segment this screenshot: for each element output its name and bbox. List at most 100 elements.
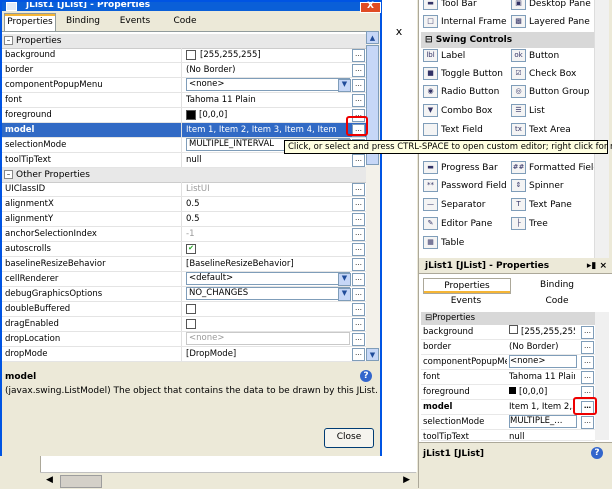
panel-row-model[interactable]: model Item 1, Item 2,...… xyxy=(421,400,595,415)
property-row-cell-renderer[interactable]: cellRenderer <default> ▼… xyxy=(2,272,366,287)
debug-graphics-options-combo[interactable]: NO_CHANGES xyxy=(186,287,350,300)
tab-code[interactable]: Code xyxy=(162,13,208,30)
palette-item-separator[interactable]: — Separator xyxy=(423,197,485,214)
ellipsis-button[interactable]: … xyxy=(352,49,365,62)
ellipsis-button[interactable]: … xyxy=(352,64,365,77)
panel-tab-code[interactable]: Code xyxy=(513,294,601,308)
property-row-tooltip-text[interactable]: toolTipText null… xyxy=(2,153,366,168)
palette-item-button[interactable]: ok Button xyxy=(511,48,559,65)
property-row-double-buffered[interactable]: doubleBuffered… xyxy=(2,302,366,317)
tab-events[interactable]: Events xyxy=(110,13,160,30)
palette-item-formatted-field[interactable]: ## Formatted Field xyxy=(511,160,595,177)
editor-horizontal-scrollbar[interactable]: ◀ ▶ xyxy=(40,472,416,489)
scroll-right-icon[interactable]: ▶ xyxy=(403,475,410,485)
palette-item-tool-bar[interactable]: ▬ Tool Bar xyxy=(423,0,477,13)
palette-scrollbar[interactable] xyxy=(594,0,609,258)
property-row-foreground[interactable]: foreground [0,0,0]… xyxy=(2,108,366,123)
ellipsis-button[interactable]: … xyxy=(352,228,365,241)
property-row-debug-graphics-options[interactable]: debugGraphicsOptions NO_CHANGES ▼… xyxy=(2,287,366,302)
ellipsis-button[interactable]: … xyxy=(352,94,365,107)
property-row-drop-location[interactable]: dropLocation <none>… xyxy=(2,332,366,347)
panel-category-properties[interactable]: ⊟Properties xyxy=(421,312,595,325)
help-icon[interactable]: ? xyxy=(591,447,603,459)
double-buffered-checkbox[interactable] xyxy=(186,303,196,314)
palette-item-spinner[interactable]: ⇕ Spinner xyxy=(511,178,564,195)
palette-item-editor-pane[interactable]: ✎ Editor Pane xyxy=(423,216,492,233)
tab-properties[interactable]: Properties xyxy=(4,13,56,31)
property-row-baseline-resize-behavior[interactable]: baselineResizeBehavior [BaselineResizeBeh… xyxy=(2,257,366,272)
panel-tab-properties[interactable]: Properties xyxy=(423,278,511,294)
ellipsis-button[interactable]: … xyxy=(352,273,365,286)
property-row-ui-class-id[interactable]: UIClassID ListUI… xyxy=(2,182,366,197)
dialog-title-bar[interactable]: jList1 [JList] - Properties xyxy=(2,2,380,11)
ellipsis-button[interactable]: … xyxy=(352,198,365,211)
dialog-close-button[interactable]: X xyxy=(360,2,381,13)
drop-location-combo[interactable]: <none> xyxy=(186,332,350,345)
palette-category-swing-controls[interactable]: ⊟ Swing Controls xyxy=(421,32,595,48)
palette-item-list[interactable]: ☰ List xyxy=(511,103,545,120)
close-button[interactable]: Close xyxy=(324,428,374,448)
property-row-font[interactable]: font Tahoma 11 Plain… xyxy=(2,93,366,108)
scroll-thumb[interactable] xyxy=(60,475,102,488)
property-row-drop-mode[interactable]: dropMode [DropMode]… xyxy=(2,347,366,362)
cell-renderer-combo[interactable]: <default> xyxy=(186,272,350,285)
ellipsis-button[interactable]: … xyxy=(352,288,365,301)
ellipsis-button[interactable]: … xyxy=(352,213,365,226)
panel-ellipsis-button[interactable]: … xyxy=(581,371,594,384)
property-row-model[interactable]: model Item 1, Item 2, Item 3, Item 4, Ite… xyxy=(2,123,366,138)
panel-tab-events[interactable]: Events xyxy=(423,294,509,308)
chevron-down-icon[interactable]: ▼ xyxy=(338,273,351,286)
palette-item-combo-box[interactable]: ▼ Combo Box xyxy=(423,103,492,120)
panel-row-foreground[interactable]: foreground [0,0,0]… xyxy=(421,385,595,400)
palette-item-radio-button[interactable]: ◉ Radio Button xyxy=(423,84,499,101)
category-properties[interactable]: – Properties xyxy=(2,34,366,49)
category-other-properties[interactable]: – Other Properties xyxy=(2,168,366,183)
palette-item-check-box[interactable]: ☑ Check Box xyxy=(511,66,576,83)
panel-tab-binding[interactable]: Binding xyxy=(513,278,601,292)
ellipsis-button[interactable]: … xyxy=(352,333,365,346)
palette-item-text-area[interactable]: tx Text Area xyxy=(511,122,571,139)
palette-item-button-group[interactable]: ◎ Button Group xyxy=(511,84,589,101)
panel-controls-icon[interactable]: ▸▮ × xyxy=(587,258,607,274)
ellipsis-button[interactable]: … xyxy=(352,243,365,256)
palette-item-label[interactable]: lbl Label xyxy=(423,48,465,65)
palette-item-toggle-button[interactable]: ■ Toggle Button xyxy=(423,66,503,83)
autoscrolls-checkbox[interactable]: ✔ xyxy=(186,243,196,254)
property-row-border[interactable]: border (No Border)… xyxy=(2,63,366,78)
chevron-down-icon[interactable]: ▼ xyxy=(338,79,351,92)
property-row-alignment-x[interactable]: alignmentX 0.5… xyxy=(2,197,366,212)
tab-binding[interactable]: Binding xyxy=(58,13,108,30)
panel-ellipsis-button[interactable]: … xyxy=(581,356,594,369)
drag-enabled-checkbox[interactable] xyxy=(186,318,196,329)
panel-row-tooltip-text[interactable]: toolTipText null xyxy=(421,430,595,441)
palette-item-text-pane[interactable]: T Text Pane xyxy=(511,197,572,214)
ellipsis-button[interactable]: … xyxy=(352,348,365,361)
ellipsis-button[interactable]: … xyxy=(352,303,365,316)
panel-vertical-scrollbar[interactable] xyxy=(595,312,609,440)
panel-ellipsis-button[interactable]: … xyxy=(581,326,594,339)
palette-item-password-field[interactable]: ** Password Field xyxy=(423,178,507,195)
property-row-component-popup-menu[interactable]: componentPopupMenu <none> ▼… xyxy=(2,78,366,93)
help-icon[interactable]: ? xyxy=(360,370,372,382)
palette-item-text-field[interactable]: Text Field xyxy=(423,122,483,139)
property-row-drag-enabled[interactable]: dragEnabled… xyxy=(2,317,366,332)
panel-ellipsis-button[interactable]: … xyxy=(581,341,594,354)
property-row-background[interactable]: background [255,255,255]… xyxy=(2,48,366,63)
editor-close-icon[interactable]: x xyxy=(388,24,410,40)
palette-item-internal-frame[interactable]: □ Internal Frame xyxy=(423,14,507,31)
property-sheet-scrollbar[interactable]: ▲ ▼ xyxy=(366,31,380,361)
scroll-up-icon[interactable]: ▲ xyxy=(366,31,379,44)
palette-item-desktop-pane[interactable]: ▣ Desktop Pane xyxy=(511,0,591,13)
scroll-down-icon[interactable]: ▼ xyxy=(366,348,379,361)
property-row-alignment-y[interactable]: alignmentY 0.5… xyxy=(2,212,366,227)
palette-item-tree[interactable]: ├ Tree xyxy=(511,216,548,233)
palette-item-progress-bar[interactable]: ▬ Progress Bar xyxy=(423,160,498,177)
palette-item-table[interactable]: ▦ Table xyxy=(423,235,464,252)
panel-row-selection-mode[interactable]: selectionMode MULTIPLE_...… xyxy=(421,415,595,430)
ellipsis-button[interactable]: … xyxy=(352,318,365,331)
ellipsis-button[interactable]: … xyxy=(352,79,365,92)
panel-row-background[interactable]: background[255,255,255]… xyxy=(421,325,595,340)
component-popup-menu-combo[interactable]: <none> xyxy=(186,78,350,91)
scroll-left-icon[interactable]: ◀ xyxy=(46,475,53,485)
panel-ellipsis-button[interactable]: … xyxy=(581,416,594,429)
